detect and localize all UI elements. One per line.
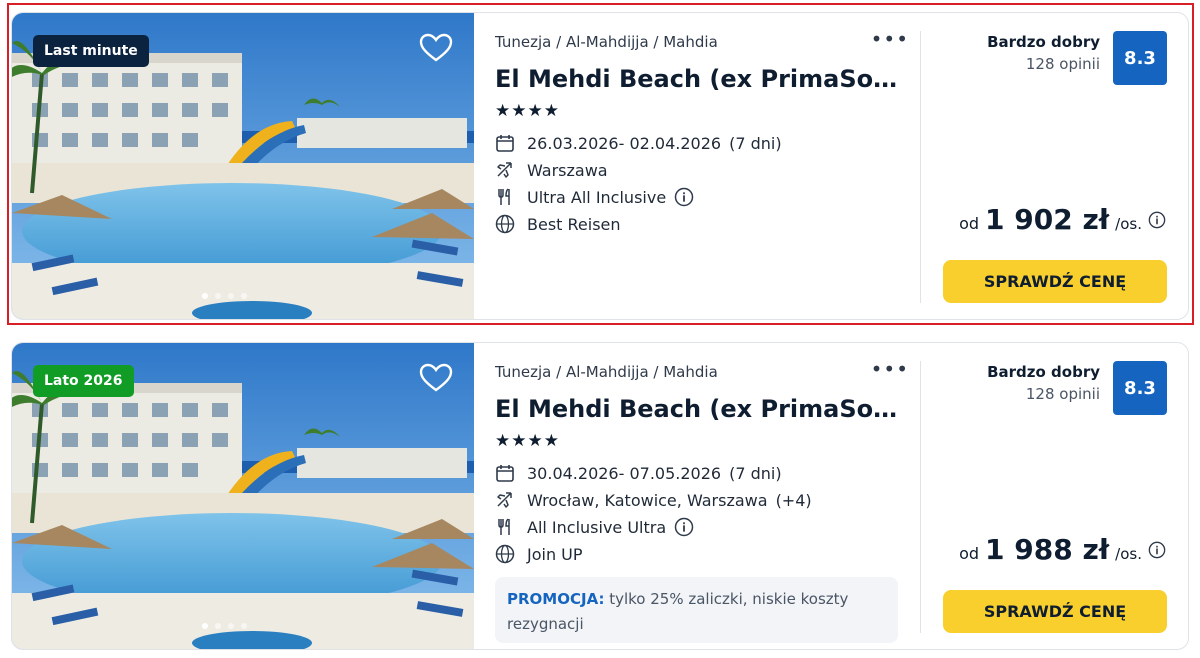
operator-row: Best Reisen <box>495 214 621 234</box>
more-dots-icon[interactable]: ••• <box>871 27 909 51</box>
price-value: 1 988 zł <box>985 533 1110 566</box>
tour-operator: Best Reisen <box>527 214 621 234</box>
price-prefix: od <box>959 214 980 233</box>
price-block: od 1 902 zł /os. <box>959 203 1166 236</box>
rating-score: 8.3 <box>1113 31 1167 85</box>
hotel-title[interactable]: El Mehdi Beach (ex PrimaSol El … <box>495 395 900 423</box>
rating-word: Bardzo dobry <box>987 363 1100 381</box>
travel-dates: 30.04.2026- 07.05.2026 <box>527 463 722 483</box>
promo-box: PROMOCJA: tylko 25% zaliczki, niskie kos… <box>495 577 898 643</box>
more-dots-icon[interactable]: ••• <box>871 357 909 381</box>
divider <box>920 31 921 303</box>
cutlery-icon <box>498 188 510 205</box>
board-row: Ultra All Inclusive <box>495 187 694 207</box>
tour-operator: Join UP <box>527 544 583 564</box>
rating-block[interactable]: Bardzo dobry 128 opinii <box>987 363 1100 403</box>
board-row: All Inclusive Ultra <box>495 517 694 537</box>
hotel-photo[interactable]: Last minute <box>12 13 474 319</box>
info-icon[interactable] <box>1148 211 1166 229</box>
plane-icon <box>497 492 512 508</box>
hotel-photo[interactable]: Lato 2026 <box>12 343 474 649</box>
rating-block[interactable]: Bardzo dobry 128 opinii <box>987 33 1100 73</box>
rating-score: 8.3 <box>1113 361 1167 415</box>
review-count[interactable]: 128 opinii <box>987 385 1100 403</box>
dates-row: 26.03.2026- 02.04.2026 (7 dni) <box>495 133 782 153</box>
divider <box>920 361 921 633</box>
carousel-dot[interactable] <box>241 293 247 299</box>
offer-card[interactable]: Lato 2026 Tunezja / Al-Mahdijja / Mahdia… <box>11 342 1189 650</box>
info-icon[interactable] <box>674 517 694 537</box>
cutlery-icon <box>498 518 510 535</box>
departure-row: Wrocław, Katowice, Warszawa (+4) <box>495 490 812 510</box>
price-suffix: /os. <box>1115 545 1142 563</box>
carousel-dot[interactable] <box>215 293 221 299</box>
board-type: All Inclusive Ultra <box>527 517 667 537</box>
carousel-dot[interactable] <box>241 623 247 629</box>
carousel-dot[interactable] <box>202 293 208 299</box>
rating-word: Bardzo dobry <box>987 33 1100 51</box>
more-departures[interactable]: (+4) <box>776 491 812 510</box>
globe-icon <box>495 214 515 234</box>
carousel-dot[interactable] <box>202 623 208 629</box>
travel-dates: 26.03.2026- 02.04.2026 <box>527 133 722 153</box>
promo-label: PROMOCJA: <box>507 590 605 608</box>
hotel-title[interactable]: El Mehdi Beach (ex PrimaSol El … <box>495 65 900 93</box>
photo-carousel-dots[interactable] <box>202 293 247 299</box>
heart-icon[interactable] <box>419 363 453 393</box>
calendar-icon <box>496 135 514 152</box>
calendar-icon <box>496 465 514 482</box>
price-suffix: /os. <box>1115 215 1142 233</box>
departure-city: Wrocław, Katowice, Warszawa <box>527 490 768 510</box>
travel-duration: (7 dni) <box>729 463 782 483</box>
info-icon[interactable] <box>674 187 694 207</box>
hotel-stars: ★★★★ <box>495 431 560 451</box>
price-prefix: od <box>959 544 980 563</box>
hotel-stars: ★★★★ <box>495 101 560 121</box>
offer-badge: Lato 2026 <box>33 365 134 397</box>
info-icon[interactable] <box>1148 541 1166 559</box>
review-count[interactable]: 128 opinii <box>987 55 1100 73</box>
check-price-button[interactable]: SPRAWDŹ CENĘ <box>943 590 1167 633</box>
location-breadcrumb[interactable]: Tunezja / Al-Mahdijja / Mahdia <box>495 33 718 51</box>
globe-icon <box>495 544 515 564</box>
price-block: od 1 988 zł /os. <box>959 533 1166 566</box>
plane-icon <box>497 162 512 178</box>
check-price-button[interactable]: SPRAWDŹ CENĘ <box>943 260 1167 303</box>
heart-icon[interactable] <box>419 33 453 63</box>
offer-info: Tunezja / Al-Mahdijja / Mahdia ••• El Me… <box>495 13 915 319</box>
travel-duration: (7 dni) <box>729 133 782 153</box>
carousel-dot[interactable] <box>228 623 234 629</box>
departure-city: Warszawa <box>527 160 608 180</box>
operator-row: Join UP <box>495 544 583 564</box>
carousel-dot[interactable] <box>228 293 234 299</box>
carousel-dot[interactable] <box>215 623 221 629</box>
dates-row: 30.04.2026- 07.05.2026 (7 dni) <box>495 463 782 483</box>
departure-row: Warszawa <box>495 160 608 180</box>
photo-carousel-dots[interactable] <box>202 623 247 629</box>
board-type: Ultra All Inclusive <box>527 187 667 207</box>
offer-info: Tunezja / Al-Mahdijja / Mahdia ••• El Me… <box>495 343 915 649</box>
price-value: 1 902 zł <box>985 203 1110 236</box>
location-breadcrumb[interactable]: Tunezja / Al-Mahdijja / Mahdia <box>495 363 718 381</box>
offer-badge: Last minute <box>33 35 149 67</box>
offer-card[interactable]: Last minute Tunezja / Al-Mahdijja / Mahd… <box>11 12 1189 320</box>
